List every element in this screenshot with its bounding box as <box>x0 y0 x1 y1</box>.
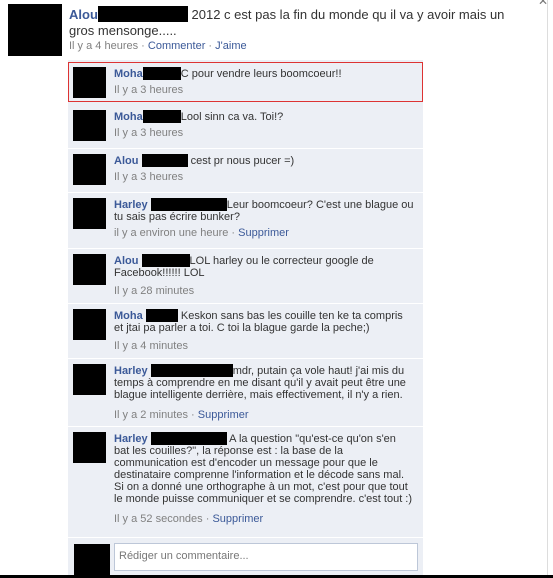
comment-item: Alou cest pr nous pucer =) Il y a 3 heur… <box>68 149 423 193</box>
comment-meta: Il y a 52 secondes · Supprimer <box>114 513 263 525</box>
comment-time: il y a environ une heure <box>114 227 229 239</box>
comment-text: cest pr nous pucer =) <box>190 155 295 167</box>
comment-time: Il y a 28 minutes <box>114 285 195 297</box>
separator: · <box>141 40 145 52</box>
avatar[interactable] <box>73 432 106 463</box>
delete-link[interactable]: Supprimer <box>238 227 289 239</box>
avatar[interactable] <box>73 198 106 229</box>
comment-time: Il y a 3 heures <box>114 171 184 183</box>
avatar[interactable] <box>73 110 106 141</box>
comment-author[interactable]: Harley <box>114 199 148 211</box>
redacted-name <box>142 67 181 80</box>
comment-body: Harley Leur boomcoeur? C'est une blague … <box>114 198 414 223</box>
comment-author[interactable]: Moha <box>114 111 143 123</box>
comment-item: Harley A la question "qu'est-ce qu'on s'… <box>68 427 423 538</box>
avatar[interactable] <box>73 364 106 395</box>
redacted-name <box>141 254 190 267</box>
comment-input[interactable]: Rédiger un commentaire... <box>114 543 418 571</box>
redacted-name <box>150 364 233 377</box>
redacted-name <box>150 432 227 445</box>
comment-body: Moha Keskon sans bas les couille ten ke … <box>114 309 414 334</box>
comment-item: Alou LOL harley ou le correcteur google … <box>68 249 423 304</box>
comment-item: Moha C pour vendre leurs boomcoeur!! Il y… <box>68 62 423 102</box>
post-body: Alou 2012 c est pas la fin du monde qu i… <box>69 6 519 39</box>
comment-time: Il y a 3 heures <box>114 127 184 139</box>
comment-body: Harley A la question "qu'est-ce qu'on s'… <box>114 432 414 505</box>
comment-author[interactable]: Harley <box>114 365 148 377</box>
comment-item: Harley mdr, putain ça vole haut! j'ai mi… <box>68 359 423 427</box>
comment-body: Alou cest pr nous pucer =) <box>114 154 414 167</box>
comment-time: Il y a 52 secondes <box>114 513 203 525</box>
comment-author[interactable]: Alou <box>114 155 138 167</box>
avatar[interactable] <box>73 254 106 285</box>
separator: · <box>191 409 195 421</box>
post-author[interactable]: Alou <box>69 7 98 22</box>
avatar[interactable] <box>73 309 106 340</box>
comment-author[interactable]: Harley <box>114 433 148 445</box>
comment-body: Moha Lool sinn ca va. Toi!? <box>114 110 414 123</box>
redacted-name <box>150 198 227 211</box>
comment-author[interactable]: Alou <box>114 255 138 267</box>
comment-body: Alou LOL harley ou le correcteur google … <box>114 254 414 279</box>
comment-time: Il y a 4 minutes <box>114 340 188 352</box>
comment-thread: Moha C pour vendre leurs boomcoeur!! Il y… <box>68 60 423 578</box>
like-link[interactable]: J'aime <box>215 40 246 52</box>
comment-meta: Il y a 2 minutes · Supprimer <box>114 409 249 421</box>
redacted-name <box>145 309 178 322</box>
comment-body: Harley mdr, putain ça vole haut! j'ai mi… <box>114 364 414 401</box>
comment-body: Moha C pour vendre leurs boomcoeur!! <box>114 67 414 80</box>
avatar[interactable] <box>73 67 106 98</box>
avatar[interactable] <box>73 154 106 185</box>
comment-item: Moha Keskon sans bas les couille ten ke … <box>68 304 423 359</box>
separator: · <box>231 227 236 239</box>
post-meta: Il y a 4 heures · Commenter · J'aime <box>69 40 247 52</box>
redacted-name <box>141 154 188 167</box>
avatar[interactable] <box>8 4 62 56</box>
main-post: Alou 2012 c est pas la fin du monde qu i… <box>8 0 548 58</box>
comment-time: Il y a 2 minutes <box>114 409 188 421</box>
post-time: Il y a 4 heures <box>69 40 139 52</box>
comment-text: C pour vendre leurs boomcoeur!! <box>180 68 342 80</box>
delete-link[interactable]: Supprimer <box>198 409 249 421</box>
comment-author[interactable]: Moha <box>114 310 143 322</box>
comment-text: Lool sinn ca va. Toi!? <box>180 111 284 123</box>
separator: · <box>208 40 213 52</box>
page-edge <box>547 0 548 578</box>
comment-time: Il y a 3 heures <box>114 84 184 96</box>
comment-composer: Rédiger un commentaire... <box>68 538 423 578</box>
avatar <box>74 544 110 578</box>
comment-item: Harley Leur boomcoeur? C'est une blague … <box>68 193 423 249</box>
comment-link[interactable]: Commenter <box>148 40 205 52</box>
redacted-name <box>142 110 181 123</box>
separator: · <box>205 513 210 525</box>
redacted-name <box>97 6 188 22</box>
comment-item: Moha Lool sinn ca va. Toi!? Il y a 3 heur… <box>68 105 423 149</box>
comment-meta: il y a environ une heure · Supprimer <box>114 227 289 239</box>
delete-link[interactable]: Supprimer <box>212 513 263 525</box>
comment-author[interactable]: Moha <box>114 68 143 80</box>
